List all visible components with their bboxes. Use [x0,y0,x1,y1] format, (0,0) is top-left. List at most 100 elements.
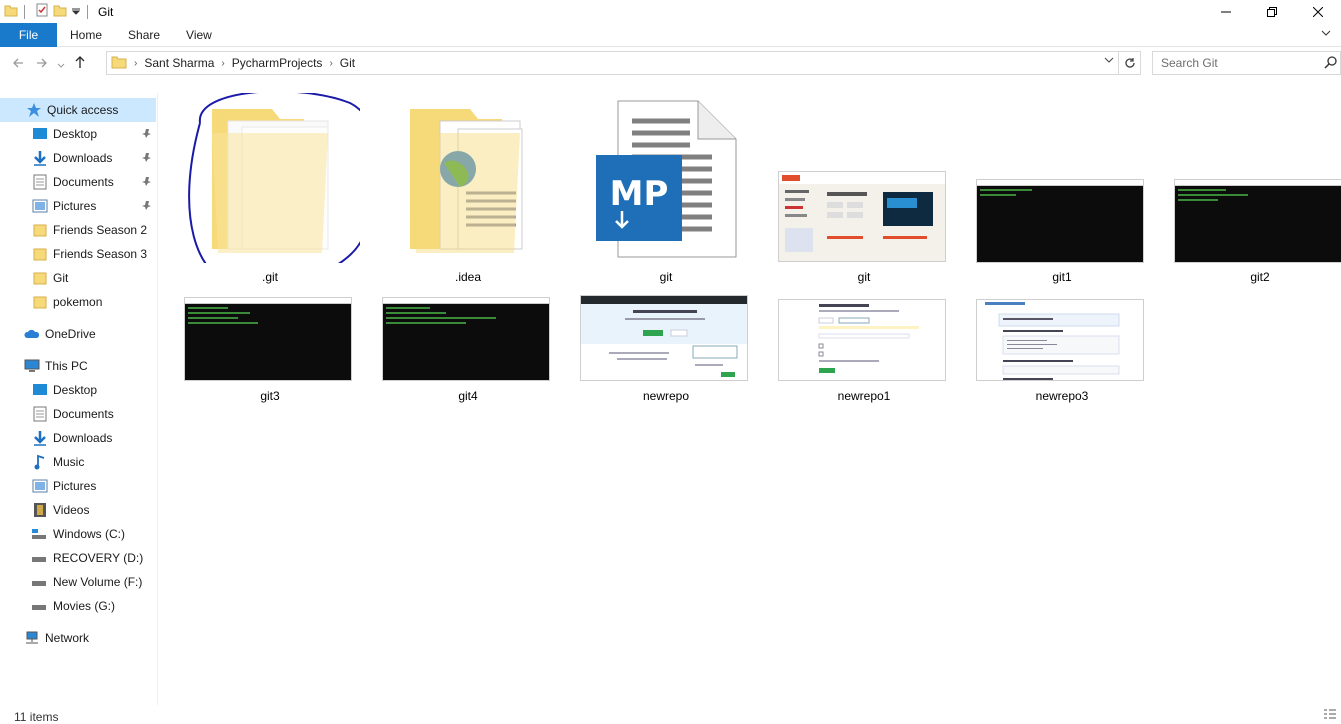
drive-icon [32,574,48,590]
image-thumbnail [976,299,1144,381]
search-icon[interactable] [1324,55,1338,72]
folder-icon [4,3,18,20]
pin-icon[interactable] [142,151,152,165]
address-bar[interactable]: › Sant Sharma › PycharmProjects › Git [106,51,1119,75]
file-name: git1 [1052,270,1072,284]
sidebar-item-label: Desktop [53,127,98,141]
sidebar-item-quick-access[interactable]: Quick access [0,98,156,122]
refresh-button[interactable] [1119,51,1141,75]
sidebar-item-friends-season-3[interactable]: Friends Season 3 [32,242,156,266]
sidebar-item-label: Git [53,271,69,285]
sidebar-item-label: pokemon [53,295,103,309]
folder-icon [180,90,381,287]
svg-text:MP: MP [610,174,669,214]
image-thumbnail [778,299,946,381]
chevron-right-icon[interactable]: › [221,58,224,69]
sidebar-item-drive-d[interactable]: RECOVERY (D:) [32,546,156,570]
sidebar-item-pc-music[interactable]: Music [32,450,156,474]
file-name: git [857,270,871,284]
close-button[interactable] [1295,0,1341,23]
sidebar-item-label: Friends Season 3 [53,247,148,261]
sidebar-item-label: Pictures [53,479,97,493]
folder-icon [32,246,48,262]
sidebar-item-label: Desktop [53,383,98,397]
sidebar-item-network[interactable]: Network [24,626,156,650]
computer-icon [24,358,40,374]
up-arrow-icon[interactable] [68,55,92,72]
customize-toolbar-icon[interactable] [71,5,81,19]
breadcrumb-user[interactable]: Sant Sharma [144,56,214,70]
pin-icon[interactable] [142,199,152,213]
file-name: git2 [1250,270,1270,284]
file-name: .git [261,270,278,284]
sidebar-item-pc-videos[interactable]: Videos [32,498,156,522]
chevron-right-icon[interactable]: › [134,58,137,69]
forward-arrow-icon[interactable] [30,56,54,72]
sidebar-item-drive-c[interactable]: Windows (C:) [32,522,156,546]
view-toggle [1323,708,1337,723]
image-thumbnail [184,297,352,381]
sidebar-item-downloads[interactable]: Downloads [32,146,156,170]
tab-view[interactable]: View [173,23,225,47]
sidebar-item-drive-f[interactable]: New Volume (F:) [32,570,156,594]
sidebar-item-pokemon[interactable]: pokemon [32,290,156,314]
chevron-down-icon[interactable] [1104,56,1114,67]
window-title: Git [98,4,114,19]
status-item-count: 11 items [14,710,59,724]
breadcrumb-git[interactable]: Git [340,56,355,70]
sidebar-item-pc-desktop[interactable]: Desktop [32,378,156,402]
sidebar-item-this-pc[interactable]: This PC [24,354,156,378]
sidebar-item-label: Downloads [53,431,113,445]
properties-icon[interactable] [35,3,49,20]
sidebar-item-label: RECOVERY (D:) [53,551,144,565]
desktop-icon [32,382,48,398]
image-thumbnail [580,295,748,381]
image-thumbnail [778,171,946,262]
pin-icon[interactable] [142,175,152,189]
mp-document-icon: MP [576,93,756,263]
back-arrow-icon[interactable] [6,56,30,72]
sidebar-item-label: Pictures [53,199,97,213]
expand-ribbon-icon[interactable] [1321,28,1331,40]
file-name: git3 [260,389,280,403]
documents-icon [32,174,48,190]
sidebar-item-documents[interactable]: Documents [32,170,156,194]
windows-drive-icon [32,526,48,542]
sidebar-item-pictures[interactable]: Pictures [32,194,156,218]
sidebar-item-label: Videos [53,503,90,517]
pin-icon[interactable] [142,127,152,141]
details-view-icon[interactable] [1323,708,1337,723]
ribbon-tabs: File Home Share View [0,22,1341,47]
sidebar-item-friends-season-2[interactable]: Friends Season 2 [32,218,156,242]
tab-file[interactable]: File [0,22,57,47]
download-arrow-icon [32,430,48,446]
breadcrumb-pycharmprojects[interactable]: PycharmProjects [232,56,323,70]
search-input[interactable] [1161,56,1331,70]
tab-home[interactable]: Home [57,23,115,47]
sidebar-item-label: Friends Season 2 [53,223,148,237]
file-name: newrepo3 [1035,389,1089,403]
image-thumbnail [382,297,550,381]
drive-icon [32,550,48,566]
restore-button[interactable] [1249,0,1295,23]
image-thumbnail [1174,179,1341,263]
sidebar-item-git[interactable]: Git [32,266,156,290]
minimize-button[interactable] [1203,0,1249,23]
pictures-icon [32,478,48,494]
recent-locations-icon[interactable] [54,56,68,72]
sidebar-item-pc-documents[interactable]: Documents [32,402,156,426]
sidebar-item-pc-downloads[interactable]: Downloads [32,426,156,450]
documents-icon [32,406,48,422]
sidebar-item-label: Windows (C:) [53,527,126,541]
sidebar-item-drive-g[interactable]: Movies (G:) [32,594,156,618]
sidebar-item-onedrive[interactable]: OneDrive [24,322,156,346]
sidebar-item-pc-pictures[interactable]: Pictures [32,474,156,498]
sidebar-item-label: OneDrive [45,327,96,341]
chevron-right-icon[interactable]: › [329,58,332,69]
pictures-icon [32,198,48,214]
tab-share[interactable]: Share [115,23,173,47]
search-box[interactable] [1152,51,1341,75]
new-folder-icon[interactable] [53,3,67,20]
sidebar-item-desktop[interactable]: Desktop [32,122,156,146]
music-note-icon [32,454,48,470]
